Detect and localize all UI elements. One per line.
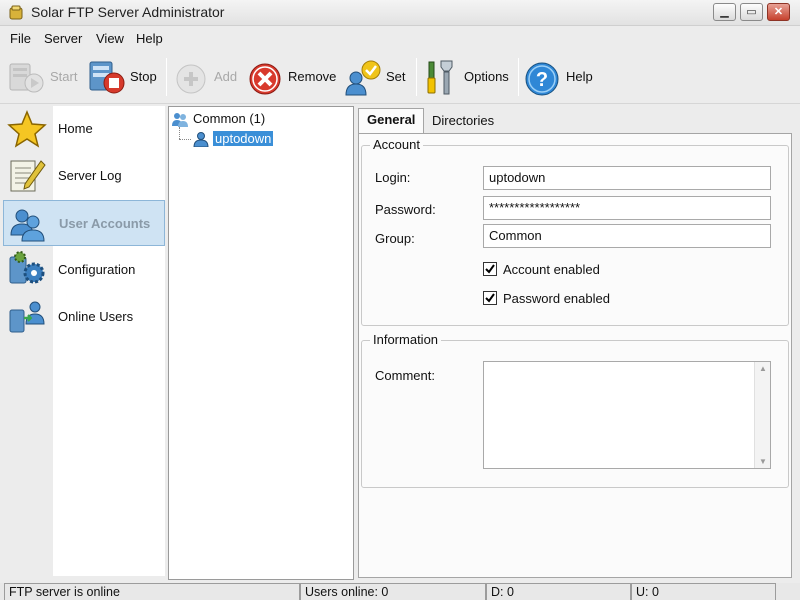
tab-directories[interactable]: Directories: [424, 110, 502, 134]
upload-status: U: 0: [631, 583, 776, 600]
star-icon: [7, 110, 47, 148]
server-stop-icon: [89, 61, 125, 94]
account-legend: Account: [370, 137, 423, 152]
app-icon: [9, 5, 23, 20]
stop-button[interactable]: Stop: [88, 56, 160, 98]
account-enabled-label[interactable]: Account enabled: [503, 262, 600, 277]
window-title: Solar FTP Server Administrator: [31, 4, 225, 20]
password-label: Password:: [375, 202, 436, 217]
user-icon: [193, 132, 209, 147]
information-legend: Information: [370, 332, 442, 347]
remove-button[interactable]: Remove: [248, 56, 338, 98]
scroll-down-icon[interactable]: ▼: [759, 457, 767, 466]
remove-icon: [249, 63, 281, 95]
gears-icon: [9, 251, 45, 284]
checkmark-icon: [485, 264, 495, 274]
group-field[interactable]: Common: [483, 224, 771, 248]
title-bar: Solar FTP Server Administrator ▁ ▭ ✕: [0, 0, 800, 26]
user-tree[interactable]: Common (1) uptodown: [168, 106, 354, 580]
login-field[interactable]: uptodown: [483, 166, 771, 190]
password-enabled-label[interactable]: Password enabled: [503, 291, 610, 306]
nav-label-online-users: Online Users: [58, 309, 134, 324]
nav-label-home: Home: [58, 121, 93, 136]
toolbar-separator: [518, 58, 519, 96]
comment-label: Comment:: [375, 368, 435, 383]
tree-connector: [179, 139, 191, 140]
menu-view[interactable]: View: [96, 31, 124, 46]
checkmark-icon: [485, 293, 495, 303]
set-button[interactable]: Set: [344, 56, 410, 98]
nav-item-user-accounts[interactable]: User Accounts: [3, 200, 165, 246]
help-button[interactable]: ? Help: [524, 56, 594, 98]
start-label: Start: [50, 69, 78, 84]
nav-label-user-accounts: User Accounts: [59, 216, 151, 231]
tree-user-node[interactable]: uptodown: [213, 131, 274, 146]
tools-icon: [427, 60, 453, 95]
minimize-button[interactable]: ▁: [713, 3, 736, 21]
network-icon: [9, 301, 45, 333]
toolbar-separator: [166, 58, 167, 96]
password-enabled-checkbox[interactable]: [483, 291, 497, 305]
nav-item-configuration[interactable]: Configuration: [3, 247, 165, 293]
account-enabled-checkbox[interactable]: [483, 262, 497, 276]
nav-item-server-log[interactable]: Server Log: [3, 153, 165, 199]
tree-connector: [179, 127, 180, 139]
stop-label: Stop: [130, 69, 157, 84]
menu-help[interactable]: Help: [136, 31, 163, 46]
server-status: FTP server is online: [4, 583, 300, 600]
account-group: Account Login: uptodown Password: ******…: [361, 137, 789, 326]
menu-server[interactable]: Server: [44, 31, 82, 46]
navigation-panel: Home Server Log User Accounts Configurat…: [3, 106, 165, 576]
toolbar: Start Stop Add Remove Set Options ? Help: [0, 50, 800, 104]
group-label: Group:: [375, 231, 415, 246]
server-start-icon: [9, 63, 44, 93]
status-bar: FTP server is online Users online: 0 D: …: [0, 583, 800, 600]
tab-general[interactable]: General: [358, 108, 425, 134]
maximize-button[interactable]: ▭: [740, 3, 763, 21]
general-panel: Account Login: uptodown Password: ******…: [358, 133, 792, 578]
menu-bar: File Server View Help: [0, 27, 800, 49]
help-icon: ?: [525, 62, 559, 96]
add-button[interactable]: Add: [174, 56, 242, 98]
nav-label-server-log: Server Log: [58, 168, 122, 183]
add-icon: [176, 64, 206, 94]
toolbar-separator: [416, 58, 417, 96]
nav-item-online-users[interactable]: Online Users: [3, 294, 165, 340]
login-label: Login:: [375, 170, 411, 185]
comment-scrollbar[interactable]: ▲ ▼: [754, 362, 770, 468]
svg-text:?: ?: [536, 69, 548, 91]
password-field[interactable]: ******************: [483, 196, 771, 220]
group-icon: [172, 113, 188, 127]
tree-group-node[interactable]: Common (1): [193, 111, 265, 126]
nav-item-home[interactable]: Home: [3, 106, 165, 152]
menu-file[interactable]: File: [10, 31, 31, 46]
add-label: Add: [214, 69, 238, 84]
users-icon: [10, 209, 45, 242]
users-online-status: Users online: 0: [300, 583, 486, 600]
start-button[interactable]: Start: [8, 56, 80, 98]
nav-label-configuration: Configuration: [58, 262, 136, 277]
remove-label: Remove: [288, 69, 337, 84]
set-user-icon: [345, 60, 381, 96]
download-status: D: 0: [486, 583, 631, 600]
close-button[interactable]: ✕: [767, 3, 790, 21]
scroll-up-icon[interactable]: ▲: [759, 364, 767, 373]
help-label: Help: [566, 69, 593, 84]
notepad-icon: [10, 160, 46, 192]
comment-field[interactable]: ▲ ▼: [483, 361, 771, 469]
set-label: Set: [386, 69, 406, 84]
options-label: Options: [464, 69, 509, 84]
information-group: Information Comment: ▲ ▼: [361, 332, 789, 488]
options-button[interactable]: Options: [424, 56, 512, 98]
tab-strip: General Directories: [358, 108, 792, 134]
